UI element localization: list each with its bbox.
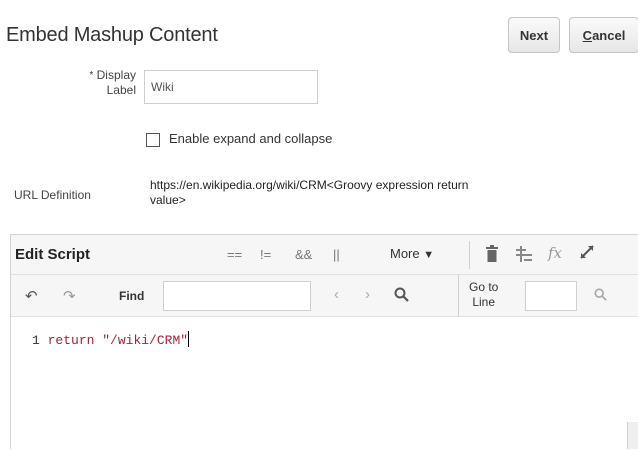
code-string: "/wiki/CRM" xyxy=(102,333,189,348)
display-label-caption: * Display Label xyxy=(62,68,136,98)
display-label-line2: Label xyxy=(106,83,136,97)
display-label-value: Wiki xyxy=(151,80,174,94)
scrollbar[interactable] xyxy=(627,422,638,449)
code-area[interactable]: 1 return "/wiki/CRM" xyxy=(11,317,638,450)
edit-script-title: Edit Script xyxy=(15,246,91,263)
format-icon[interactable] xyxy=(514,245,534,267)
page-title: Embed Mashup Content xyxy=(6,24,218,46)
caret-down-icon: ▼ xyxy=(423,249,435,261)
trash-icon[interactable] xyxy=(485,245,499,267)
search-icon[interactable] xyxy=(394,287,409,306)
script-editor: Edit Script == != && || More ▼ fx ↶ ↷ Fi… xyxy=(10,234,638,450)
redo-icon[interactable]: ↷ xyxy=(63,287,76,305)
chevron-left-icon[interactable]: ‹ xyxy=(334,286,339,303)
url-definition-value: https://en.wikipedia.org/wiki/CRM<Groovy… xyxy=(150,178,620,208)
toolbar-divider xyxy=(469,241,470,269)
code-keyword: return xyxy=(47,333,95,348)
not-equals-operator-button[interactable]: != xyxy=(260,247,271,262)
goto-line-input[interactable] xyxy=(525,281,577,311)
goto-line1: Go to xyxy=(469,280,499,294)
url-definition-label: URL Definition xyxy=(14,188,91,202)
expand-collapse-checkbox[interactable] xyxy=(146,133,160,147)
more-label: More xyxy=(390,246,420,261)
text-caret xyxy=(188,331,190,347)
url-value-line1: https://en.wikipedia.org/wiki/CRM<Groovy… xyxy=(150,178,469,192)
find-toolbar: ↶ ↷ Find ‹ › Go to Line xyxy=(11,275,638,317)
expand-icon[interactable] xyxy=(579,244,595,264)
line-number: 1 xyxy=(32,333,40,348)
goto-line-label: Go to Line xyxy=(469,280,498,310)
find-input[interactable] xyxy=(163,281,311,311)
display-label-input[interactable]: Wiki xyxy=(144,70,318,104)
cancel-button[interactable]: Cancel xyxy=(569,17,638,53)
display-label-line1: Display xyxy=(96,68,136,82)
editor-toolbar: Edit Script == != && || More ▼ fx xyxy=(11,235,638,275)
required-mark: * xyxy=(89,70,94,81)
undo-icon[interactable]: ↶ xyxy=(25,287,38,305)
find-divider xyxy=(458,275,459,317)
more-dropdown[interactable]: More ▼ xyxy=(390,246,434,261)
chevron-right-icon[interactable]: › xyxy=(365,286,370,303)
cancel-label-rest: ancel xyxy=(592,27,626,43)
find-label: Find xyxy=(119,289,145,303)
and-operator-button[interactable]: && xyxy=(295,247,312,262)
expand-collapse-label: Enable expand and collapse xyxy=(169,131,333,146)
cancel-mnemonic: C xyxy=(582,27,593,43)
equals-operator-button[interactable]: == xyxy=(227,247,242,262)
goto-search-icon[interactable] xyxy=(594,288,607,305)
function-icon[interactable]: fx xyxy=(548,244,562,262)
goto-line2: Line xyxy=(472,295,496,309)
or-operator-button[interactable]: || xyxy=(333,247,340,262)
url-value-line2: value> xyxy=(150,193,186,207)
next-button[interactable]: Next xyxy=(508,17,560,53)
code-line-1: 1 return "/wiki/CRM" xyxy=(32,331,190,348)
